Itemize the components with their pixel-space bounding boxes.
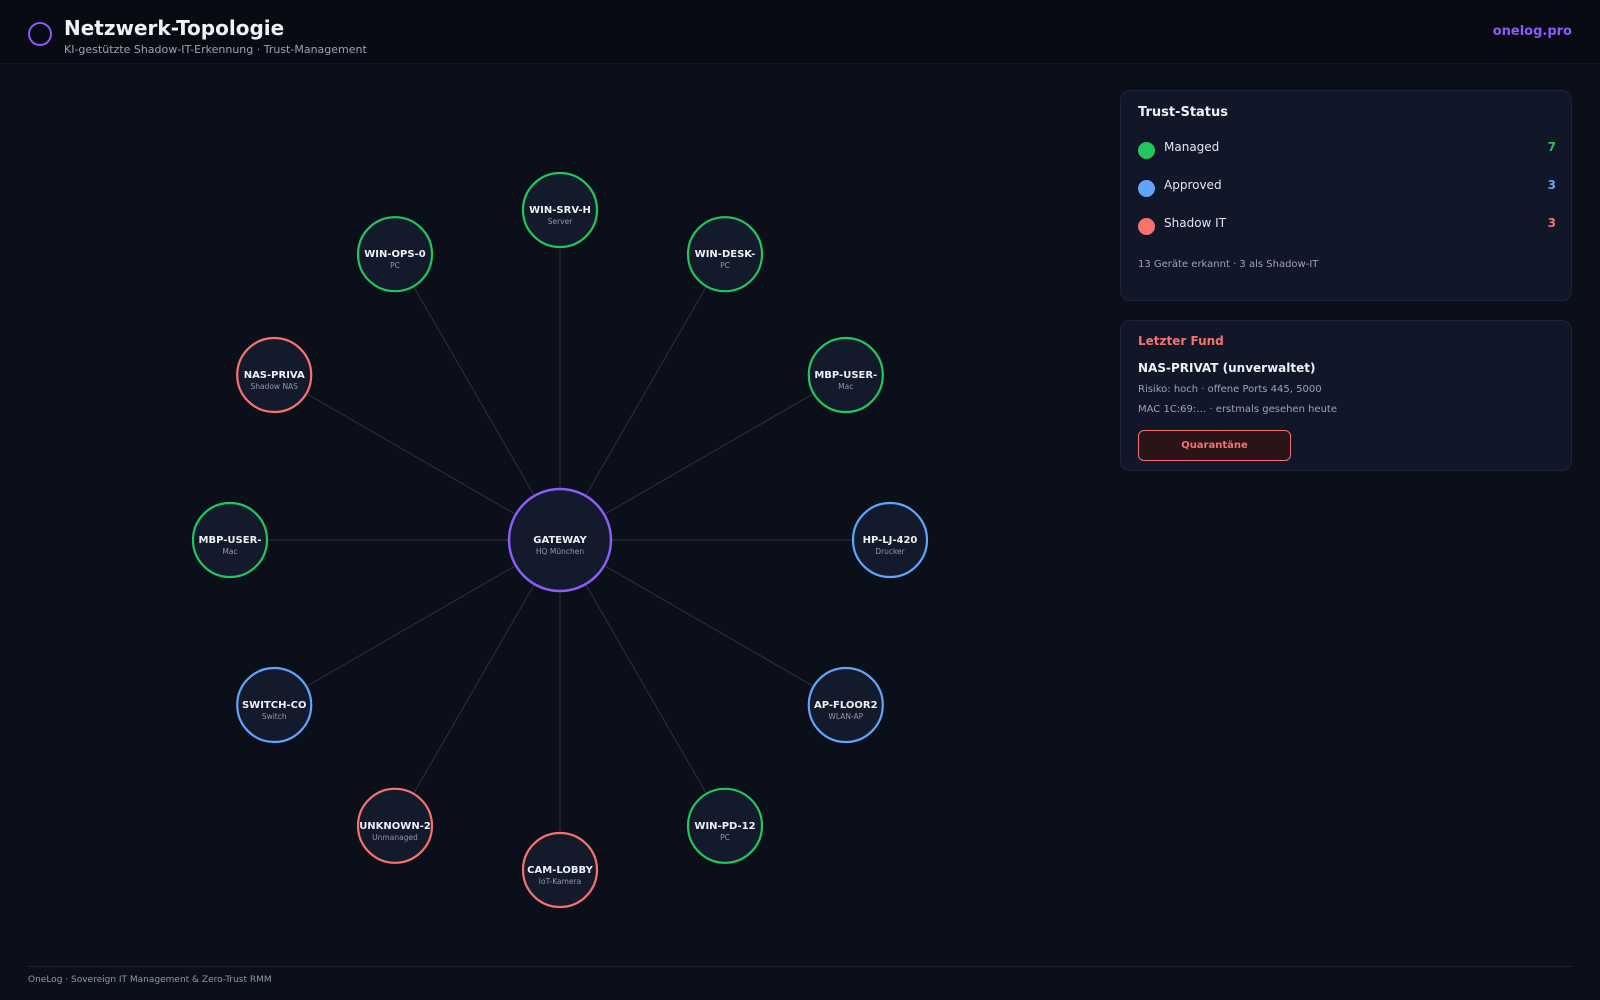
gateway-node[interactable]: GATEWAYHQ München [507, 487, 613, 593]
status-row-shadow-it: Shadow IT 3 [1138, 215, 1556, 235]
latest-finding-title: Letzter Fund [1138, 334, 1224, 348]
trust-status-card: Trust-Status Managed 7 Approved 3 Shadow… [1120, 90, 1572, 301]
footer-divider [28, 966, 1572, 967]
finding-device-name: NAS-PRIVAT (unverwaltet) [1138, 361, 1316, 375]
node-type: Switch [262, 712, 287, 721]
device-node[interactable]: AP-FLOOR2WLAN-AP [807, 666, 884, 744]
node-name: SWITCH-CO [242, 700, 306, 711]
device-node[interactable]: HP-LJ-420Drucker [851, 501, 929, 579]
device-node[interactable]: MBP-USER-Mac [191, 501, 269, 579]
trust-summary: 13 Geräte erkannt · 3 als Shadow-IT [1138, 259, 1319, 270]
node-type: HQ München [536, 547, 584, 556]
status-row-approved: Approved 3 [1138, 177, 1556, 197]
node-name: AP-FLOOR2 [814, 700, 878, 711]
network-topology-diagram: WIN-SRV-HServerWIN-DESK-PCMBP-USER-MacHP… [191, 171, 929, 909]
node-type: IoT-Kamera [539, 877, 581, 886]
node-name: WIN-SRV-H [529, 205, 591, 216]
device-node[interactable]: WIN-OPS-0PC [356, 216, 434, 293]
status-row-managed: Managed 7 [1138, 139, 1556, 159]
device-node[interactable]: SWITCH-COSwitch [236, 666, 313, 744]
shadow-it-dot-icon [1138, 218, 1155, 235]
node-type: Server [548, 217, 574, 226]
finding-risk: Risiko: hoch · offene Ports 445, 5000 [1138, 384, 1322, 395]
device-node[interactable]: CAM-LOBBYIoT-Kamera [521, 831, 599, 909]
node-type: Mac [838, 382, 853, 391]
page-subtitle: KI-gestützte Shadow-IT-Erkennung · Trust… [64, 43, 367, 56]
node-type: WLAN-AP [828, 712, 863, 721]
device-node[interactable]: UNKNOWN-2Unmanaged [356, 787, 434, 864]
device-node[interactable]: MBP-USER-Mac [807, 336, 884, 414]
ring-logo-icon [28, 22, 52, 46]
status-count: 3 [1547, 216, 1556, 230]
approved-dot-icon [1138, 180, 1155, 197]
footer-text: OneLog · Sovereign IT Management & Zero-… [28, 975, 272, 985]
status-label: Shadow IT [1164, 216, 1227, 230]
device-node[interactable]: WIN-DESK-PC [686, 216, 764, 293]
latest-finding-card: Letzter Fund NAS-PRIVAT (unverwaltet) Ri… [1120, 320, 1572, 471]
app-header: Netzwerk-Topologie KI-gestützte Shadow-I… [0, 0, 1600, 64]
node-name: GATEWAY [533, 535, 587, 546]
node-name: UNKNOWN-2 [359, 821, 431, 832]
node-type: Drucker [875, 547, 905, 556]
device-node[interactable]: WIN-PD-12PC [686, 787, 764, 864]
node-name: CAM-LOBBY [527, 865, 593, 876]
node-name: WIN-OPS-0 [364, 249, 425, 260]
node-type: Mac [222, 547, 237, 556]
node-name: HP-LJ-420 [863, 535, 918, 546]
status-label: Approved [1164, 178, 1222, 192]
node-type: Unmanaged [372, 833, 418, 842]
node-type: Shadow NAS [250, 382, 298, 391]
node-name: MBP-USER- [199, 535, 262, 546]
status-count: 7 [1547, 140, 1556, 154]
managed-dot-icon [1138, 142, 1155, 159]
device-node[interactable]: WIN-SRV-HServer [521, 171, 599, 249]
quarantine-button[interactable]: Quarantäne [1138, 430, 1291, 461]
trust-status-title: Trust-Status [1138, 105, 1229, 120]
status-label: Managed [1164, 140, 1220, 154]
node-type: PC [390, 261, 400, 270]
node-type: PC [720, 833, 730, 842]
status-count: 3 [1547, 178, 1556, 192]
node-type: PC [720, 261, 730, 270]
device-node[interactable]: NAS-PRIVAShadow NAS [236, 336, 313, 414]
node-name: MBP-USER- [814, 370, 877, 381]
page-title: Netzwerk-Topologie [64, 16, 285, 40]
node-name: NAS-PRIVA [244, 370, 305, 381]
node-name: WIN-PD-12 [694, 821, 755, 832]
brand-link[interactable]: onelog.pro [1493, 24, 1572, 39]
finding-mac: MAC 1C:69:… · erstmals gesehen heute [1138, 404, 1337, 415]
node-name: WIN-DESK- [695, 249, 756, 260]
